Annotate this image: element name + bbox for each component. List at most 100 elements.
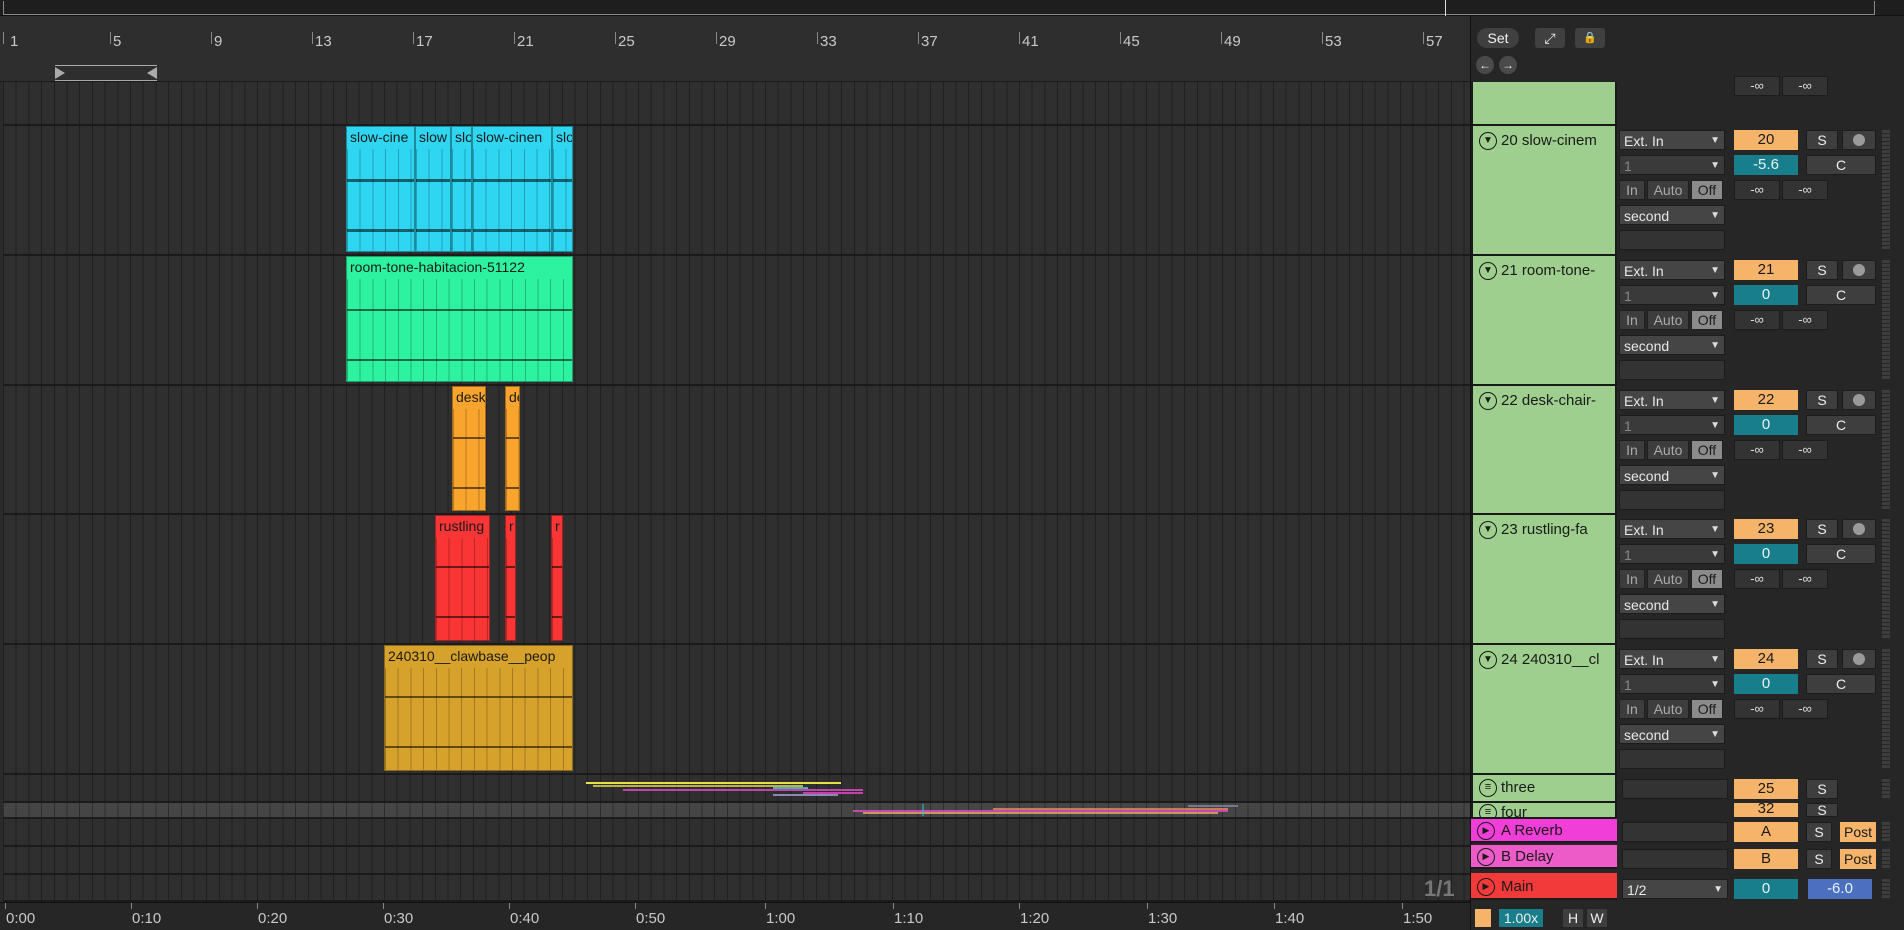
time-ruler[interactable]: 0:00 0:10 0:20 0:30 0:40 0:50 1:00 1:10 … bbox=[0, 902, 1470, 930]
monitor-auto-button[interactable]: Auto bbox=[1647, 569, 1689, 589]
output-select[interactable]: second bbox=[1619, 724, 1725, 745]
audio-clip[interactable]: room-tone-habitacion-51122 bbox=[346, 256, 573, 382]
track-title[interactable]: ≡ three bbox=[1479, 779, 1535, 798]
arm-record-icon[interactable] bbox=[1842, 260, 1876, 280]
return-lane-a[interactable] bbox=[3, 819, 1470, 847]
track-header-23[interactable]: ▼ 23 rustling-fa bbox=[1471, 515, 1617, 645]
input-type-select[interactable]: Ext. In bbox=[1619, 260, 1725, 281]
main-lane[interactable] bbox=[3, 875, 1470, 902]
audio-clip[interactable]: slo bbox=[451, 126, 472, 252]
return-solo-button[interactable]: S bbox=[1806, 849, 1832, 869]
group-activator-button[interactable]: 25 bbox=[1734, 779, 1798, 799]
pan-field[interactable]: C bbox=[1806, 674, 1876, 694]
input-type-select[interactable]: Ext. In bbox=[1619, 649, 1725, 670]
volume-field[interactable]: 0 bbox=[1734, 415, 1798, 435]
solo-button[interactable]: S bbox=[1806, 519, 1838, 539]
input-type-select[interactable]: Ext. In bbox=[1619, 519, 1725, 540]
return-header-a[interactable]: ▶ A Reverb bbox=[1471, 819, 1617, 843]
set-locators-button[interactable]: Set bbox=[1477, 28, 1519, 48]
monitor-off-button[interactable]: Off bbox=[1691, 699, 1723, 719]
return-solo-button[interactable]: S bbox=[1806, 822, 1832, 842]
track-header-22[interactable]: ▼ 22 desk-chair- bbox=[1471, 386, 1617, 515]
main-header[interactable]: ▶ Main bbox=[1471, 873, 1617, 900]
group-solo-button[interactable]: S bbox=[1806, 779, 1838, 799]
arrangement-overview[interactable] bbox=[0, 0, 1904, 16]
waveform-toggle-icon[interactable] bbox=[1475, 909, 1491, 927]
return-post-button[interactable]: Post bbox=[1840, 822, 1876, 842]
audio-clip[interactable]: slow-cinen bbox=[472, 126, 552, 252]
pan-field[interactable]: C bbox=[1806, 544, 1876, 564]
audio-clip[interactable]: slow bbox=[415, 126, 451, 252]
group-header-three[interactable]: ≡ three bbox=[1471, 775, 1617, 803]
solo-button[interactable]: S bbox=[1806, 390, 1838, 410]
output-channel-slot[interactable] bbox=[1619, 619, 1725, 639]
input-type-select[interactable]: Ext. In bbox=[1619, 390, 1725, 411]
return-lane-b[interactable] bbox=[3, 847, 1470, 875]
group-fold-icon[interactable]: ≡ bbox=[1479, 779, 1497, 798]
volume-field[interactable]: 0 bbox=[1734, 285, 1798, 305]
output-channel-slot[interactable] bbox=[1619, 230, 1725, 250]
output-select[interactable]: second bbox=[1619, 335, 1725, 356]
group-fold-icon[interactable]: ≡ bbox=[1479, 804, 1497, 817]
input-channel-select[interactable]: 1 bbox=[1619, 155, 1725, 176]
volume-field[interactable]: 0 bbox=[1734, 674, 1798, 694]
input-channel-select[interactable]: 1 bbox=[1619, 674, 1725, 695]
input-channel-select[interactable]: 1 bbox=[1619, 415, 1725, 436]
group-activator-button[interactable]: 32 bbox=[1734, 803, 1798, 817]
fold-icon[interactable]: ▼ bbox=[1479, 132, 1497, 151]
main-level-field[interactable]: -6.0 bbox=[1808, 879, 1872, 899]
main-title[interactable]: ▶ Main bbox=[1477, 878, 1534, 897]
track-title[interactable]: ▼ 23 rustling-fa bbox=[1479, 521, 1588, 540]
main-output-select[interactable]: 1/2 bbox=[1622, 879, 1728, 900]
audio-clip[interactable]: r bbox=[551, 515, 563, 641]
beat-time-ruler[interactable]: 1 5 9 13 17 21 25 29 33 37 41 45 49 53 5… bbox=[0, 16, 1470, 96]
play-icon[interactable]: ▶ bbox=[1477, 878, 1495, 897]
return-output-slot[interactable] bbox=[1622, 849, 1728, 869]
solo-button[interactable]: S bbox=[1806, 260, 1838, 280]
output-channel-slot[interactable] bbox=[1619, 360, 1725, 380]
audio-clip[interactable]: slow-cine bbox=[346, 126, 415, 252]
tempo-factor-field[interactable]: 1.00x bbox=[1499, 909, 1543, 927]
fold-icon[interactable]: ▼ bbox=[1479, 521, 1497, 540]
play-icon[interactable]: ▶ bbox=[1477, 848, 1495, 867]
next-locator-icon[interactable]: → bbox=[1499, 56, 1517, 74]
track-lane-23[interactable]: rustling r r bbox=[3, 515, 1470, 645]
track-header-partial[interactable] bbox=[1471, 82, 1617, 126]
volume-field[interactable]: 0 bbox=[1734, 544, 1798, 564]
return-title[interactable]: ▶ A Reverb bbox=[1477, 822, 1563, 841]
track-activator-button[interactable]: 20 bbox=[1734, 130, 1798, 150]
audio-clip[interactable]: rustling bbox=[435, 515, 490, 641]
previous-locator-icon[interactable]: ← bbox=[1476, 56, 1494, 74]
monitor-auto-button[interactable]: Auto bbox=[1647, 180, 1689, 200]
audio-clip[interactable]: desk bbox=[452, 386, 486, 511]
track-title[interactable]: ▼ 24 240310__cl bbox=[1479, 651, 1599, 670]
output-select[interactable]: second bbox=[1619, 465, 1725, 486]
output-channel-slot[interactable] bbox=[1619, 749, 1725, 769]
monitor-auto-button[interactable]: Auto bbox=[1647, 699, 1689, 719]
group-lane-three[interactable] bbox=[3, 775, 1470, 803]
monitor-in-button[interactable]: In bbox=[1619, 440, 1645, 460]
height-toggle-button[interactable]: H bbox=[1563, 909, 1583, 927]
fold-icon[interactable]: ▼ bbox=[1479, 651, 1497, 670]
monitor-in-button[interactable]: In bbox=[1619, 569, 1645, 589]
output-select[interactable]: second bbox=[1619, 594, 1725, 615]
return-title[interactable]: ▶ B Delay bbox=[1477, 848, 1554, 867]
output-channel-slot[interactable] bbox=[1619, 490, 1725, 510]
track-title[interactable]: ▼ 20 slow-cinem bbox=[1479, 132, 1597, 151]
track-title[interactable]: ≡ four bbox=[1479, 804, 1527, 817]
track-header-20[interactable]: ▼ 20 slow-cinem bbox=[1471, 126, 1617, 256]
loop-brace[interactable] bbox=[55, 65, 157, 81]
monitor-in-button[interactable]: In bbox=[1619, 699, 1645, 719]
group-solo-button[interactable]: S bbox=[1806, 803, 1838, 817]
arm-record-icon[interactable] bbox=[1842, 390, 1876, 410]
track-activator-button[interactable]: 23 bbox=[1734, 519, 1798, 539]
arm-record-icon[interactable] bbox=[1842, 519, 1876, 539]
input-channel-select[interactable]: 1 bbox=[1619, 544, 1725, 565]
monitor-in-button[interactable]: In bbox=[1619, 180, 1645, 200]
fold-icon[interactable]: ▼ bbox=[1479, 262, 1497, 281]
play-icon[interactable]: ▶ bbox=[1477, 822, 1495, 841]
track-header-24[interactable]: ▼ 24 240310__cl bbox=[1471, 645, 1617, 775]
track-lane-partial[interactable] bbox=[3, 82, 1470, 126]
output-select[interactable]: second bbox=[1619, 205, 1725, 226]
pan-field[interactable]: C bbox=[1806, 285, 1876, 305]
